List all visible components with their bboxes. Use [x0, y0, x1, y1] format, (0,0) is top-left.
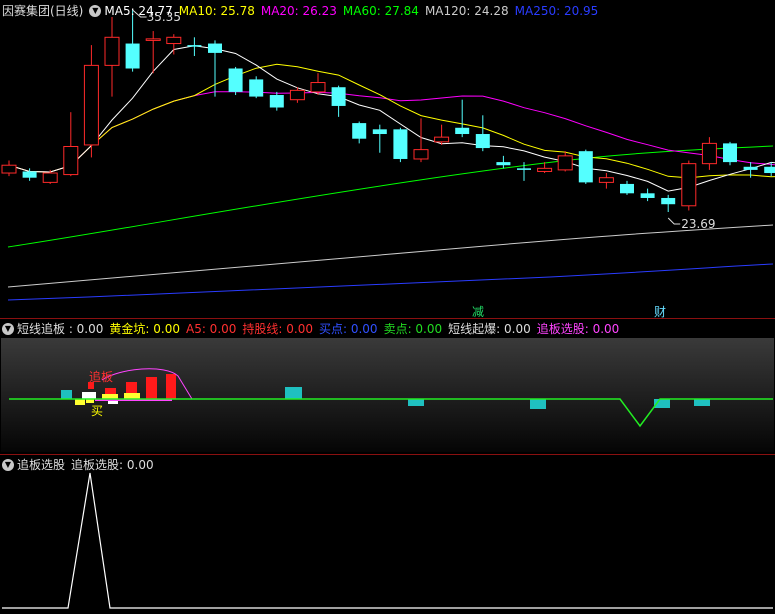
ma60-line	[7, 145, 774, 248]
candle-body-up	[42, 172, 58, 183]
annotation-buy: 买	[91, 404, 104, 418]
signal-block	[285, 387, 302, 399]
indicator-legend: ▼ 短线追板 : 0.00 黄金坑: 0.00 A5: 0.00 持股线: 0.…	[2, 321, 625, 337]
candle-body-down	[208, 43, 222, 53]
chase-bar	[146, 377, 157, 399]
chase-bar	[166, 374, 176, 399]
candle-body-down	[125, 43, 140, 69]
ma250-label: MA250: 20.95	[514, 4, 599, 18]
candle-body-down	[455, 127, 470, 135]
candle-body-up	[1, 164, 17, 174]
ma20-line	[8, 91, 775, 173]
ma120-label: MA120: 24.28	[424, 4, 509, 18]
price-legend: 因赛集团(日线) ▼ MA5: 24.77 MA10: 25.78 MA20: …	[2, 3, 604, 19]
candle-body-down	[331, 87, 346, 106]
ma5-label: MA5: 24.77	[104, 4, 173, 18]
candle-body-down	[228, 68, 243, 92]
price-chart[interactable]: 35.3523.69	[0, 0, 775, 318]
candle-body-down	[743, 166, 758, 170]
annotation-chase: 追板	[89, 370, 114, 384]
signal-block	[694, 399, 710, 406]
candle-body-down	[496, 162, 511, 166]
low-marker-pointer	[667, 217, 681, 225]
candle-body-up	[701, 142, 717, 165]
candle-body-up	[104, 36, 120, 66]
chase-select-line	[2, 472, 773, 609]
candle-body-down	[249, 79, 264, 97]
candle-body-down	[620, 183, 634, 194]
chevron-down-icon[interactable]: ▼	[2, 459, 14, 471]
signal-block	[61, 390, 72, 399]
stock-title: 因赛集团(日线)	[2, 4, 84, 18]
candle-body-up	[598, 177, 614, 183]
legend-hold-line: 持股线: 0.00	[242, 322, 313, 336]
candle-body-down	[723, 143, 737, 163]
panel3-value: 追板选股: 0.00	[71, 458, 154, 472]
indicator-panel-chase-select[interactable]: ▼ 追板选股 追板选股: 0.00	[0, 454, 775, 614]
candle-body-up	[63, 146, 79, 176]
candle-body-up	[83, 64, 99, 146]
candle-body-up	[681, 163, 697, 207]
legend-golden-pit: 黄金坑: 0.00	[109, 322, 180, 336]
candle-body-down	[764, 166, 775, 174]
chevron-down-icon[interactable]: ▼	[2, 323, 14, 335]
chevron-down-icon[interactable]: ▼	[89, 5, 102, 17]
indicator-panel-short-term[interactable]: ▼ 短线追板 : 0.00 黄金坑: 0.00 A5: 0.00 持股线: 0.…	[0, 318, 775, 454]
candle-body-up	[557, 155, 573, 171]
legend-a5: A5: 0.00	[185, 322, 237, 336]
ma10-label: MA10: 25.78	[178, 4, 255, 18]
candle-body-down	[372, 129, 387, 135]
chase-select-chart[interactable]	[0, 454, 775, 614]
price-panel[interactable]: 35.35 23.69 因赛集团(日线) ▼ MA5: 24.77 MA10: 2…	[0, 0, 775, 319]
ma20-label: MA20: 26.23	[260, 4, 337, 18]
candle-body-down	[517, 168, 531, 170]
panel3-title: 追板选股	[17, 458, 66, 472]
candle-body-up	[166, 36, 182, 45]
candle-body-down	[22, 171, 37, 178]
ma10-line	[8, 63, 775, 179]
golden-pit-block	[124, 393, 140, 399]
low-marker-label: 23.69	[681, 217, 715, 231]
candle-body-down	[640, 193, 655, 198]
legend-short-chase: 短线追板 : 0.00	[17, 322, 104, 336]
ma120-line	[7, 224, 774, 288]
indicator-chart[interactable]	[0, 318, 775, 454]
white-block	[82, 392, 96, 399]
candle-body-down	[352, 123, 367, 139]
legend-buy-point: 买点: 0.00	[318, 322, 378, 336]
candle-body-down	[475, 134, 490, 149]
signal-block	[530, 399, 546, 409]
candle-body-up	[145, 38, 161, 41]
legend-sell-point: 卖点: 0.00	[383, 322, 443, 336]
golden-pit-block	[75, 399, 85, 405]
candle-body-up	[537, 167, 553, 172]
candle-body-up	[289, 89, 305, 101]
candle-body-down	[187, 45, 202, 47]
signal-block	[408, 399, 424, 406]
candle-body-down	[269, 95, 284, 108]
candle-body-up	[310, 82, 326, 93]
legend-short-burst: 短线起爆: 0.00	[448, 322, 531, 336]
chase-select-legend: ▼ 追板选股 追板选股: 0.00	[2, 457, 160, 473]
ma5-line	[8, 45, 775, 192]
candle-body-down	[393, 129, 408, 159]
legend-chase-select: 追板选股: 0.00	[536, 322, 620, 336]
candle-body-down	[578, 151, 593, 183]
candle-body-down	[661, 197, 676, 205]
ma60-label: MA60: 27.84	[342, 4, 419, 18]
candle-body-up	[413, 149, 429, 160]
candle-body-up	[434, 136, 450, 143]
ma250-line	[7, 263, 774, 301]
